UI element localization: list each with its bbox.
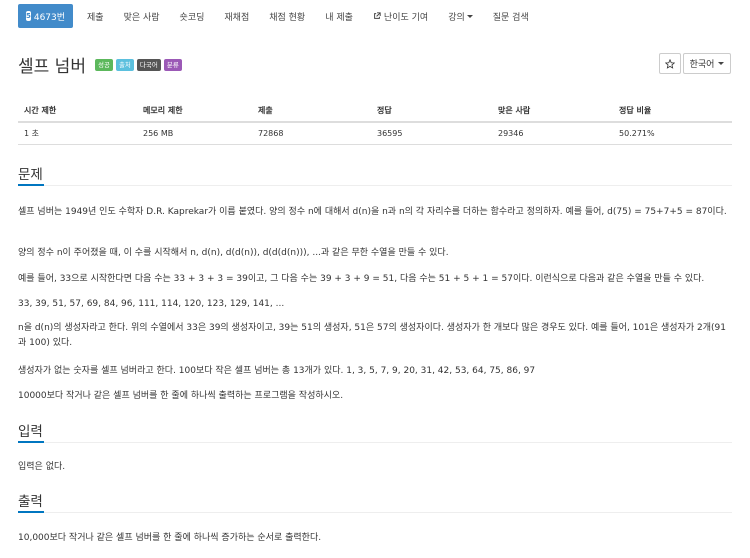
problem-heading: 문제 — [18, 167, 43, 183]
cell-submissions: 72868 — [252, 122, 371, 145]
section-underline — [18, 184, 44, 186]
problem-level-badge: 5 — [25, 11, 31, 21]
tab-my-submissions[interactable]: 내 제출 — [315, 4, 363, 28]
category-badge[interactable]: 분류 — [163, 58, 182, 71]
tab-question-search[interactable]: 질문 검색 — [483, 4, 539, 28]
tab-label: 질문 검색 — [492, 12, 529, 23]
success-badge[interactable]: 성공 — [94, 58, 113, 71]
tab-label: 채점 현황 — [269, 12, 306, 23]
input-text: 입력은 없다. — [18, 462, 66, 472]
tab-difficulty-contribution[interactable]: 난이도 기여 — [363, 4, 438, 28]
problem-paragraph: 생성자가 없는 숫자를 셀프 넘버라고 한다. 100보다 작은 셀프 넘버는 … — [18, 366, 536, 376]
section-divider — [18, 185, 732, 186]
tab-solved-users[interactable]: 맞은 사람 — [114, 4, 170, 28]
problem-paragraph: 셀프 넘버는 1949년 인도 수학자 D.R. Kaprekar가 이름 붙였… — [18, 207, 727, 217]
tab-short-coding[interactable]: 숏코딩 — [170, 4, 215, 28]
tab-label: 숏코딩 — [179, 12, 205, 23]
problem-paragraph: n을 d(n)의 생성자라고 한다. 위의 수열에서 33은 39의 생성자이고… — [18, 323, 726, 348]
problem-paragraph: 10000보다 작거나 같은 셀프 넘버를 한 줄에 하나씩 출력하는 프로그램… — [18, 391, 344, 401]
tab-problem-number[interactable]: 5 4673번 — [18, 4, 73, 28]
output-text: 10,000보다 작거나 같은 셀프 넘버를 한 줄에 하나씩 증가하는 순서로… — [18, 533, 322, 543]
page-title: 셀프 넘버 — [18, 57, 86, 77]
cell-memory-limit: 256 MB — [137, 122, 252, 145]
language-dropdown[interactable]: 한국어 — [683, 53, 731, 74]
input-heading: 입력 — [18, 424, 43, 440]
tab-label: 맞은 사람 — [123, 12, 160, 23]
external-link-icon — [374, 12, 381, 19]
header-time-limit: 시간 제한 — [18, 100, 137, 123]
caret-down-icon — [466, 14, 473, 18]
cell-solved-users: 29346 — [492, 122, 613, 145]
header-accepted: 정답 — [371, 100, 492, 123]
cell-accept-ratio: 50.271% — [613, 122, 732, 145]
tab-lectures[interactable]: 강의 — [438, 4, 483, 28]
problem-paragraph: 양의 정수 n이 주어졌을 때, 이 수를 시작해서 n, d(n), d(d(… — [18, 248, 449, 258]
cell-time-limit: 1 초 — [18, 122, 137, 145]
section-divider — [18, 512, 732, 513]
tab-label: 4673번 — [33, 12, 66, 23]
tab-submit[interactable]: 제출 — [77, 4, 114, 28]
tab-label: 난이도 기여 — [383, 12, 429, 23]
table-row: 1 초 256 MB 72868 36595 29346 50.271% — [18, 122, 732, 145]
tab-label: 내 제출 — [325, 12, 353, 23]
tab-rejudge[interactable]: 재채점 — [214, 4, 259, 28]
favorite-button[interactable] — [659, 53, 681, 74]
problem-paragraph: 예를 들어, 33으로 시작한다면 다음 수는 33 + 3 + 3 = 39이… — [18, 274, 705, 284]
tab-label: 재채점 — [224, 12, 250, 23]
header-accept-ratio: 정답 비율 — [613, 100, 732, 123]
tab-label: 강의 — [448, 12, 465, 23]
tab-judge-status[interactable]: 채점 현황 — [259, 4, 315, 28]
table-header-row: 시간 제한 메모리 제한 제출 정답 맞은 사람 정답 비율 — [18, 100, 732, 123]
section-underline — [18, 441, 44, 443]
header-submissions: 제출 — [252, 100, 371, 123]
star-icon — [665, 58, 675, 69]
multilang-badge[interactable]: 다국어 — [136, 58, 161, 71]
section-divider — [18, 442, 732, 443]
language-label: 한국어 — [689, 60, 715, 70]
header-memory-limit: 메모리 제한 — [137, 100, 252, 123]
title-row: 셀프 넘버 성공 출처 다국어 분류 — [18, 52, 182, 77]
problem-paragraph: 33, 39, 51, 57, 69, 84, 96, 111, 114, 12… — [18, 299, 285, 309]
tab-label: 제출 — [87, 12, 104, 23]
source-badge[interactable]: 출처 — [115, 58, 134, 71]
section-underline — [18, 511, 44, 513]
problem-tabs: 5 4673번 제출 맞은 사람 숏코딩 재채점 채점 현황 내 제출 난이도 … — [18, 4, 539, 28]
caret-down-icon — [718, 62, 725, 65]
problem-info-table: 시간 제한 메모리 제한 제출 정답 맞은 사람 정답 비율 1 초 256 M… — [18, 100, 732, 145]
cell-accepted: 36595 — [371, 122, 492, 145]
header-solved-users: 맞은 사람 — [492, 100, 613, 123]
output-heading: 출력 — [18, 494, 43, 510]
